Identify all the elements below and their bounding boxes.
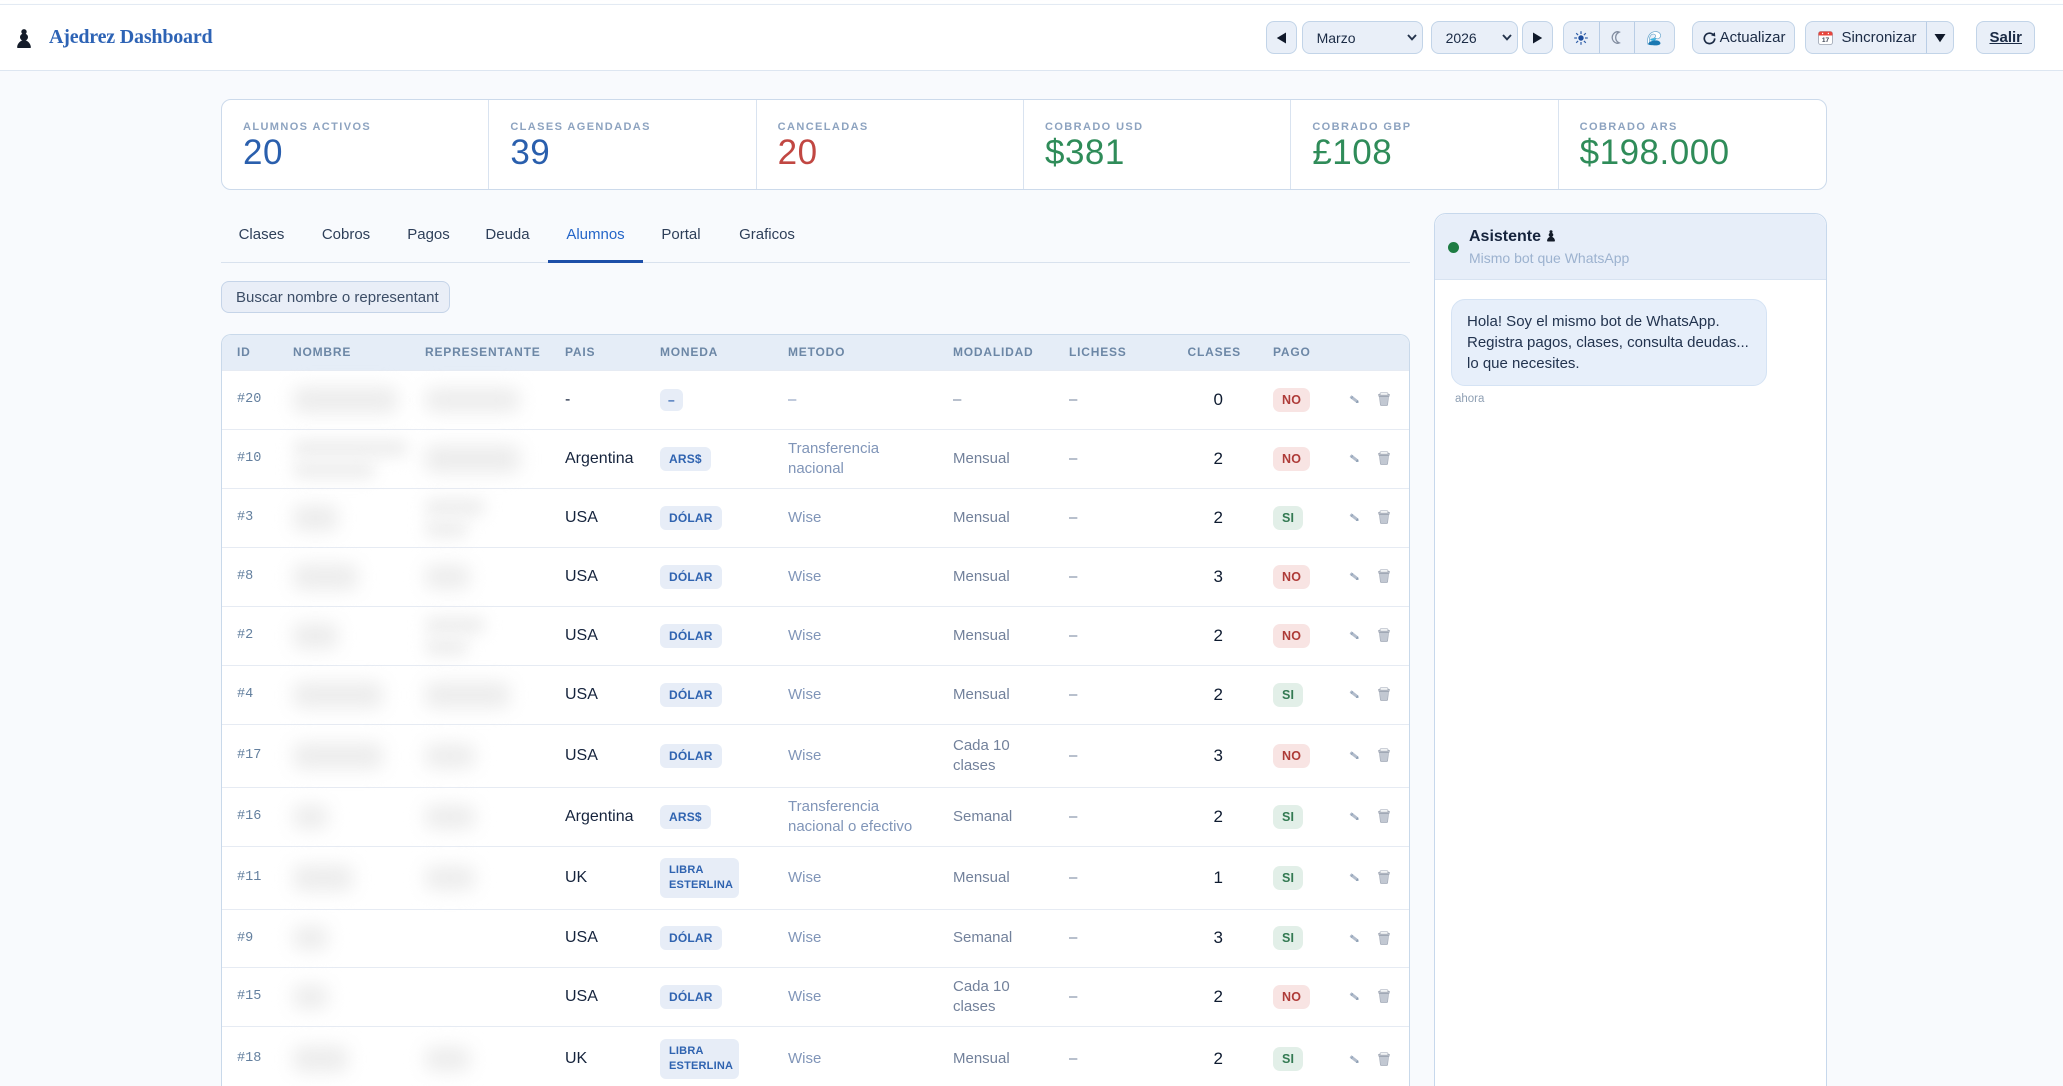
svg-text:17: 17 [1822, 37, 1830, 44]
